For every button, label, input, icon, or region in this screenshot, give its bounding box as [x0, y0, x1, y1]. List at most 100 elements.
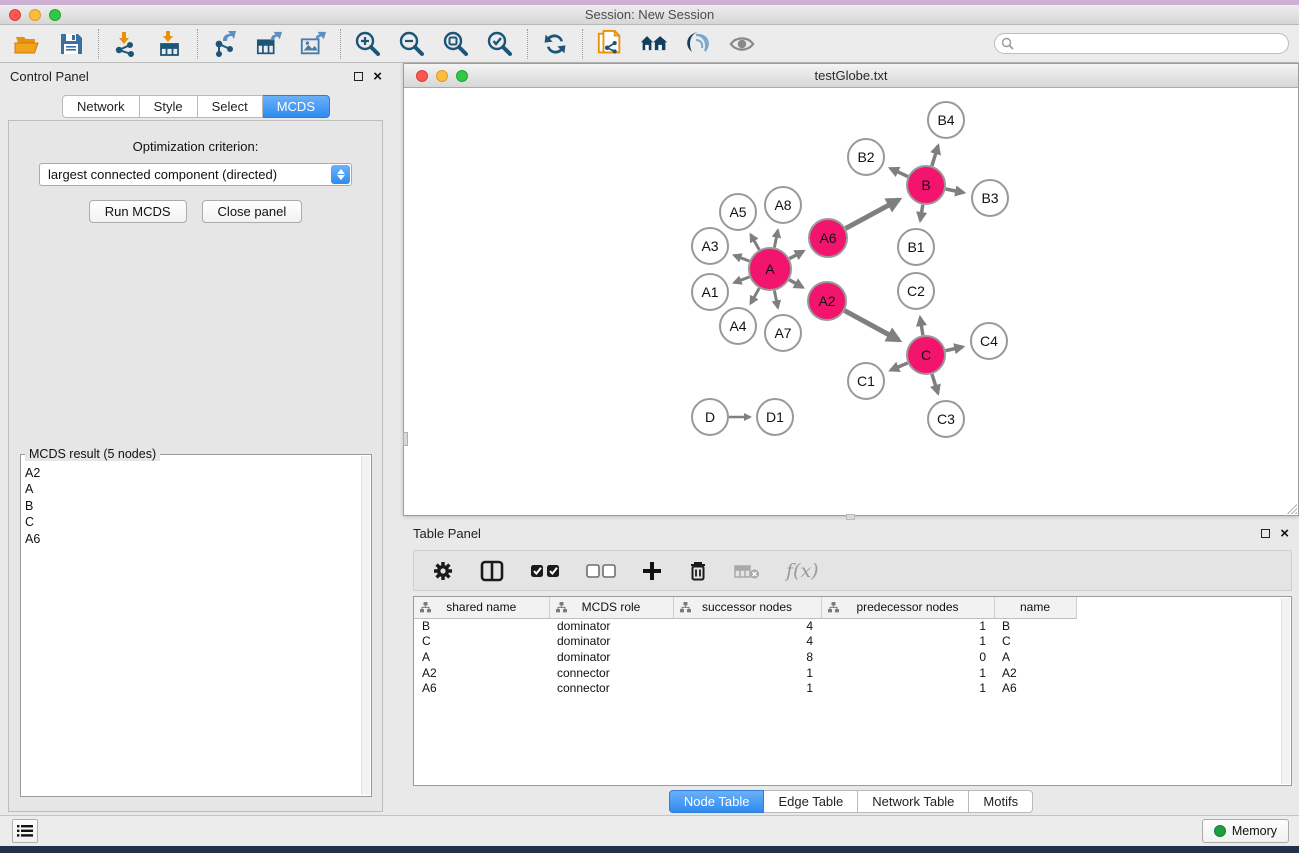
close-panel-button[interactable]: Close panel [202, 200, 303, 223]
node-A5[interactable]: A5 [720, 194, 756, 230]
open-session-icon[interactable] [13, 30, 41, 58]
hide-details-eye-icon[interactable] [728, 30, 756, 58]
edge-A-A6[interactable] [789, 251, 803, 258]
zoom-out-icon[interactable] [398, 30, 426, 58]
result-item-b[interactable]: B [25, 498, 361, 514]
edge-A-A3[interactable] [734, 255, 749, 261]
deselect-all-icon[interactable] [586, 563, 616, 579]
edge-B-B4[interactable] [932, 146, 938, 166]
node-B1[interactable]: B1 [898, 229, 934, 265]
column-header-predecessor-nodes[interactable]: predecessor nodes [821, 597, 994, 618]
node-A6[interactable]: A6 [809, 219, 847, 257]
node-A1[interactable]: A1 [692, 274, 728, 310]
cell-mcds-role[interactable]: dominator [549, 634, 673, 650]
node-C2[interactable]: C2 [898, 273, 934, 309]
cell-shared-name[interactable]: A [414, 649, 549, 665]
node-B2[interactable]: B2 [848, 139, 884, 175]
network-graph[interactable]: AA1A2A3A4A5A6A7A8BB1B2B3B4CC1C2C3C4DD1 [404, 88, 1298, 515]
node-table-body[interactable]: Bdominator41BCdominator41CAdominator80AA… [414, 618, 1076, 696]
edge-B-B3[interactable] [946, 189, 964, 193]
node-A[interactable]: A [749, 248, 791, 290]
import-table-icon[interactable] [156, 30, 184, 58]
close-panel-icon[interactable]: × [373, 72, 382, 81]
network-window-titlebar[interactable]: testGlobe.txt [404, 64, 1298, 88]
cell-shared-name[interactable]: C [414, 634, 549, 650]
split-panel-icon[interactable] [480, 560, 504, 582]
table-row-a2[interactable]: A2connector11A2 [414, 665, 1076, 681]
cell-mcds-role[interactable]: dominator [549, 649, 673, 665]
result-item-a[interactable]: A [25, 481, 361, 497]
edge-B-B2[interactable] [890, 168, 907, 176]
cell-name[interactable]: B [994, 618, 1076, 634]
cell-predecessor-nodes[interactable]: 1 [821, 634, 994, 650]
export-table-icon[interactable] [255, 30, 283, 58]
cell-name[interactable]: C [994, 634, 1076, 650]
cell-name[interactable]: A6 [994, 680, 1076, 696]
table-scrollbar[interactable] [1281, 598, 1290, 784]
node-C[interactable]: C [907, 336, 945, 374]
table-row-a6[interactable]: A6connector11A6 [414, 680, 1076, 696]
import-network-icon[interactable] [112, 30, 140, 58]
window-resize-grip[interactable] [1285, 502, 1297, 514]
table-row-c[interactable]: Cdominator41C [414, 634, 1076, 650]
result-item-a2[interactable]: A2 [25, 465, 361, 481]
edge-A-A1[interactable] [734, 277, 749, 283]
node-C3[interactable]: C3 [928, 401, 964, 437]
node-table[interactable]: shared nameMCDS rolesuccessor nodesprede… [413, 596, 1292, 786]
tab-motifs[interactable]: Motifs [969, 790, 1033, 813]
cell-name[interactable]: A2 [994, 665, 1076, 681]
node-C1[interactable]: C1 [848, 363, 884, 399]
node-table-header[interactable]: shared nameMCDS rolesuccessor nodesprede… [414, 597, 1076, 618]
edge-A-A8[interactable] [774, 230, 777, 247]
node-A2[interactable]: A2 [808, 282, 846, 320]
export-network-icon[interactable] [211, 30, 239, 58]
node-A8[interactable]: A8 [765, 187, 801, 223]
refresh-view-icon[interactable] [541, 30, 569, 58]
edge-B-B1[interactable] [920, 205, 923, 221]
window-side-grip[interactable] [403, 432, 408, 446]
cell-successor-nodes[interactable]: 4 [673, 634, 821, 650]
cell-mcds-role[interactable]: connector [549, 665, 673, 681]
add-column-plus-icon[interactable] [642, 561, 662, 581]
cell-mcds-role[interactable]: dominator [549, 618, 673, 634]
table-row-b[interactable]: Bdominator41B [414, 618, 1076, 634]
mcds-result-list[interactable]: A2ABCA6 [25, 465, 361, 794]
cell-predecessor-nodes[interactable]: 0 [821, 649, 994, 665]
edge-A-A2[interactable] [789, 280, 802, 288]
tab-select[interactable]: Select [198, 95, 263, 118]
edge-C-C1[interactable] [891, 363, 908, 370]
cell-successor-nodes[interactable]: 1 [673, 680, 821, 696]
table-options-gear-icon[interactable] [432, 560, 454, 582]
edge-A2-C[interactable] [845, 311, 899, 341]
new-network-from-selection-icon[interactable] [596, 30, 624, 58]
result-scrollbar[interactable] [361, 456, 370, 795]
search-input[interactable] [994, 33, 1289, 54]
delete-column-trash-icon[interactable] [688, 560, 708, 582]
tab-node-table[interactable]: Node Table [669, 790, 765, 813]
zoom-selected-icon[interactable] [486, 30, 514, 58]
cell-name[interactable]: A [994, 649, 1076, 665]
column-header-name[interactable]: name [994, 597, 1076, 618]
criterion-dropdown[interactable]: largest connected component (directed) [39, 163, 352, 186]
node-D1[interactable]: D1 [757, 399, 793, 435]
tab-network-table[interactable]: Network Table [858, 790, 969, 813]
cell-predecessor-nodes[interactable]: 1 [821, 680, 994, 696]
column-header-mcds-role[interactable]: MCDS role [549, 597, 673, 618]
task-history-button[interactable] [12, 819, 38, 843]
column-header-shared-name[interactable]: shared name [414, 597, 549, 618]
edge-A6-B[interactable] [846, 200, 899, 229]
table-row-a[interactable]: Adominator80A [414, 649, 1076, 665]
cell-shared-name[interactable]: A6 [414, 680, 549, 696]
run-mcds-button[interactable]: Run MCDS [89, 200, 187, 223]
memory-button[interactable]: Memory [1202, 819, 1289, 843]
export-image-icon[interactable] [299, 30, 327, 58]
close-table-panel-icon[interactable]: × [1280, 529, 1289, 538]
tab-edge-table[interactable]: Edge Table [764, 790, 858, 813]
column-header-successor-nodes[interactable]: successor nodes [673, 597, 821, 618]
cell-successor-nodes[interactable]: 4 [673, 618, 821, 634]
edge-A-A5[interactable] [751, 235, 760, 250]
edge-A-A4[interactable] [751, 288, 760, 303]
cell-predecessor-nodes[interactable]: 1 [821, 665, 994, 681]
cell-successor-nodes[interactable]: 8 [673, 649, 821, 665]
node-B[interactable]: B [907, 166, 945, 204]
